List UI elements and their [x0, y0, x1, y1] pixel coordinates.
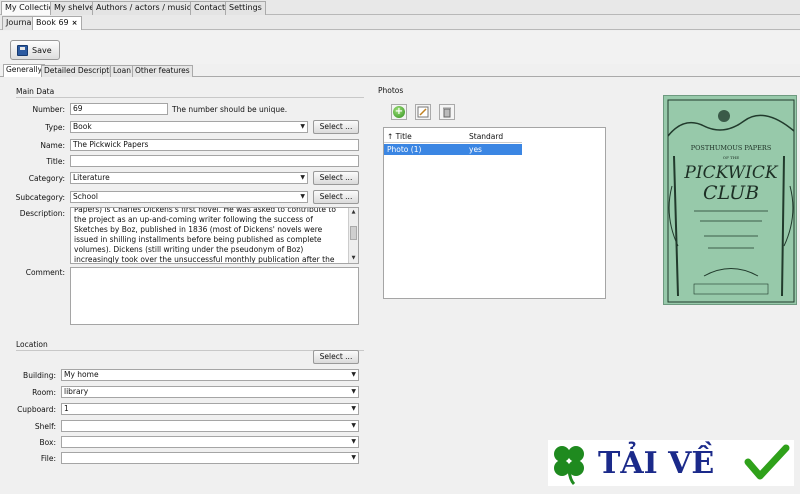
location-select-button[interactable]: Select ...: [313, 350, 359, 364]
document-tab-bar: Journal Book 69 ×: [0, 15, 800, 30]
description-scrollbar[interactable]: ▲ ▼: [348, 208, 358, 263]
cover-line3: PICKWICK: [683, 163, 778, 183]
tab-other-features[interactable]: Other features: [132, 65, 193, 77]
tab-book-69[interactable]: Book 69 ×: [32, 16, 82, 30]
trash-icon: [443, 107, 451, 118]
category-select-button[interactable]: Select ...: [313, 171, 359, 185]
watermark-logo: TẢI VỀ: [548, 440, 794, 486]
description-text: Papers) is Charles Dickens's first novel…: [74, 207, 336, 264]
title-input[interactable]: [70, 155, 359, 167]
cupboard-label: Cupboard:: [17, 405, 56, 414]
box-label: Box:: [39, 438, 56, 447]
toolbar: Save: [0, 31, 800, 64]
photo-list-header: ↑ Title Standard: [384, 132, 522, 143]
subcategory-label: Subcategory:: [15, 193, 65, 202]
scroll-up-icon[interactable]: ▲: [349, 208, 358, 217]
column-standard[interactable]: Standard: [469, 132, 503, 141]
watermark-text: TẢI VỀ: [598, 441, 714, 481]
type-label: Type:: [45, 123, 65, 132]
book-cover-image: POSTHUMOUS PAPERS OF THE PICKWICK CLUB: [663, 95, 797, 305]
shelf-select[interactable]: [61, 420, 359, 432]
tab-book-69-label: Book 69: [36, 18, 69, 27]
edit-photo-button[interactable]: [415, 104, 431, 120]
form-content: Main Data Number: 69 The number should b…: [0, 78, 800, 494]
scroll-thumb[interactable]: [350, 226, 357, 240]
photo-row-standard: yes: [469, 145, 482, 154]
type-select-button[interactable]: Select ...: [313, 120, 359, 134]
number-hint: The number should be unique.: [172, 105, 288, 114]
type-select[interactable]: Book: [70, 121, 308, 133]
check-icon: [744, 444, 790, 480]
scroll-down-icon[interactable]: ▼: [349, 254, 358, 263]
location-divider: [16, 350, 364, 351]
shelf-label: Shelf:: [34, 422, 56, 431]
tab-generally[interactable]: Generally: [3, 64, 46, 77]
main-data-title: Main Data: [16, 87, 55, 96]
photo-row[interactable]: Photo (1) yes: [384, 144, 522, 155]
subcategory-select-button[interactable]: Select ...: [313, 190, 359, 204]
clover-icon: [554, 446, 584, 486]
save-button[interactable]: Save: [10, 40, 60, 60]
cover-line1: POSTHUMOUS PAPERS: [691, 144, 772, 152]
building-select[interactable]: My home: [61, 369, 359, 381]
close-icon[interactable]: ×: [72, 19, 78, 27]
photo-list[interactable]: ↑ Title Standard Photo (1) yes: [383, 127, 606, 299]
name-label: Name:: [40, 141, 65, 150]
number-input[interactable]: 69: [70, 103, 168, 115]
room-select[interactable]: library: [61, 386, 359, 398]
room-label: Room:: [32, 388, 56, 397]
save-icon: [17, 44, 28, 56]
add-icon: +: [393, 106, 405, 118]
cover-line2: OF THE: [723, 155, 739, 160]
file-select[interactable]: [61, 452, 359, 464]
subcategory-select[interactable]: School: [70, 191, 308, 203]
add-photo-button[interactable]: +: [391, 104, 407, 120]
tab-loan[interactable]: Loan: [110, 65, 134, 77]
location-title: Location: [16, 340, 48, 349]
file-label: File:: [40, 454, 56, 463]
cover-line4: CLUB: [703, 182, 759, 204]
form-tab-bar: Generally Detailed Description Loan Othe…: [0, 64, 800, 77]
edit-image-icon: [417, 106, 429, 118]
box-select[interactable]: [61, 436, 359, 448]
number-label: Number:: [32, 105, 65, 114]
category-select[interactable]: Literature: [70, 172, 308, 184]
main-data-divider: [16, 97, 364, 98]
cupboard-select[interactable]: 1: [61, 403, 359, 415]
description-textarea[interactable]: Papers) is Charles Dickens's first novel…: [70, 207, 359, 264]
description-label: Description:: [19, 209, 65, 218]
comment-label: Comment:: [25, 268, 65, 277]
photo-toolbar: +: [391, 104, 455, 120]
tab-settings[interactable]: Settings: [225, 1, 266, 15]
name-input[interactable]: The Pickwick Papers: [70, 139, 359, 151]
photos-title: Photos: [378, 86, 404, 95]
main-tab-bar: My Collection My shelves Authors / actor…: [0, 0, 800, 15]
comment-textarea[interactable]: [70, 267, 359, 325]
building-label: Building:: [23, 371, 56, 380]
column-title[interactable]: ↑ Title: [387, 132, 412, 141]
delete-photo-button[interactable]: [439, 104, 455, 120]
category-label: Category:: [28, 174, 65, 183]
photo-row-title: Photo (1): [387, 145, 422, 154]
save-label: Save: [32, 45, 52, 55]
title-label: Title:: [46, 157, 65, 166]
